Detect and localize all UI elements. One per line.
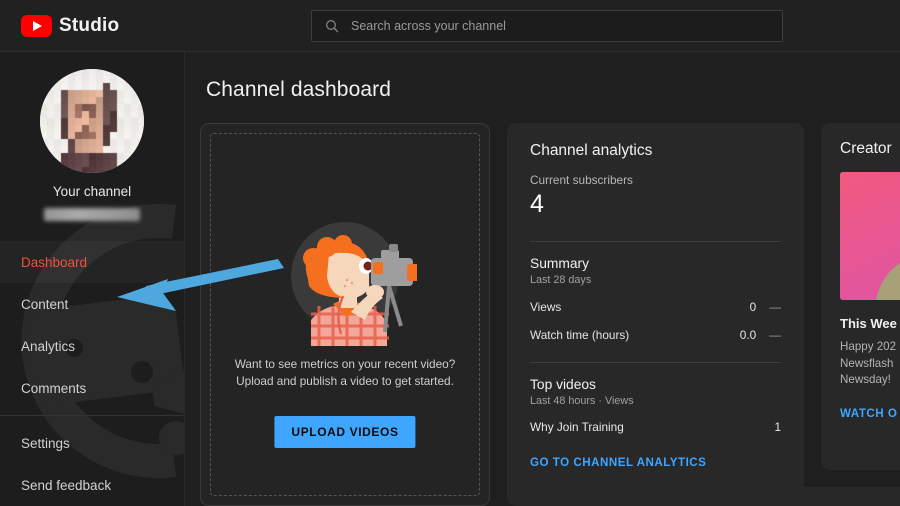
top-video-row[interactable]: Why Join Training 1 <box>530 420 781 434</box>
analytics-card-title: Channel analytics <box>530 142 653 159</box>
youtube-play-icon <box>21 14 52 37</box>
creator-heading: This Wee <box>840 316 897 331</box>
summary-range: Last 28 days <box>530 273 592 286</box>
next-card-partial <box>794 487 900 506</box>
creator-body-line-1: Happy 202 <box>840 340 897 353</box>
videographer-illustration <box>201 222 489 346</box>
metric-label: Watch time (hours) <box>530 327 630 342</box>
brand-label: Studio <box>59 14 120 36</box>
summary-title: Summary <box>530 255 590 271</box>
dashboard-cards: Want to see metrics on your recent video… <box>185 123 900 506</box>
creator-card-title: Creator <box>840 140 892 157</box>
creator-thumbnail[interactable] <box>840 172 900 300</box>
search-bar[interactable] <box>311 10 783 42</box>
channel-analytics-card: Channel analytics Current subscribers 4 … <box>507 123 804 506</box>
current-subscribers-value: 4 <box>530 190 544 218</box>
upload-copy-line-1: Want to see metrics on your recent video… <box>234 357 456 371</box>
current-subscribers-label: Current subscribers <box>530 173 633 187</box>
avatar[interactable] <box>40 69 144 173</box>
sidebar-item-label: Content <box>21 296 69 312</box>
metric-trend: — <box>769 327 781 342</box>
top-videos-title: Top videos <box>530 376 596 392</box>
sidebar-item-label: Dashboard <box>21 254 88 270</box>
channel-label: Your channel <box>52 184 132 199</box>
sidebar-item-label: Send feedback <box>21 477 112 493</box>
sidebar-item-label: Settings <box>21 435 70 451</box>
metric-trend: — <box>769 299 781 314</box>
top-videos-range: Last 48 hours · Views <box>530 394 634 407</box>
top-bar: Studio <box>0 0 900 52</box>
sidebar-item-send-feedback[interactable]: Send feedback <box>0 464 184 506</box>
metric-row: Watch time (hours) 0.0 — <box>530 328 781 342</box>
metric-label: Views <box>530 299 562 314</box>
channel-block: Your channel <box>0 52 184 221</box>
sidebar: Your channel Dashboard Content Analytics… <box>0 52 185 506</box>
sidebar-item-label: Comments <box>21 380 87 396</box>
watch-on-youtube-link[interactable]: WATCH O <box>840 407 897 420</box>
search-icon <box>324 18 340 34</box>
sidebar-item-comments[interactable]: Comments <box>0 367 184 409</box>
youtube-studio-window: Studio Search across your channel Your c… <box>0 0 900 506</box>
divider <box>530 361 781 363</box>
page-title: Channel dashboard <box>206 78 392 101</box>
sidebar-item-analytics[interactable]: Analytics <box>0 325 184 367</box>
metric-value: 0 <box>749 299 757 314</box>
channel-name-redacted <box>44 208 140 221</box>
top-video-views: 1 <box>774 419 781 434</box>
sidebar-item-dashboard[interactable]: Dashboard <box>0 241 184 283</box>
go-to-channel-analytics-link[interactable]: GO TO CHANNEL ANALYTICS <box>530 456 706 469</box>
nav-list: Dashboard Content Analytics Comments Set… <box>0 241 184 506</box>
upload-video-card: Want to see metrics on your recent video… <box>200 123 490 506</box>
main-content: Channel dashboard Want to see metrics on… <box>185 52 900 506</box>
metric-value: 0.0 <box>739 327 757 342</box>
upload-videos-button[interactable]: UPLOAD VIDEOS <box>274 416 416 448</box>
upload-copy-line-2: Upload and publish a video to get starte… <box>236 374 454 388</box>
divider <box>530 240 781 242</box>
creator-insider-card: Creator This Wee Happy 202 Newsflash New… <box>821 123 900 470</box>
metric-row: Views 0 — <box>530 300 781 314</box>
search-input[interactable] <box>351 19 782 33</box>
top-video-title: Why Join Training <box>530 419 624 434</box>
sidebar-item-settings[interactable]: Settings <box>0 422 184 464</box>
sidebar-divider <box>0 415 184 416</box>
upload-card-copy: Want to see metrics on your recent video… <box>201 356 489 390</box>
sidebar-item-content[interactable]: Content <box>0 283 184 325</box>
creator-body-line-3: Newsday! <box>840 373 891 386</box>
studio-logo[interactable]: Studio <box>21 14 120 37</box>
sidebar-item-label: Analytics <box>21 338 76 354</box>
creator-body-line-2: Newsflash <box>840 356 894 370</box>
